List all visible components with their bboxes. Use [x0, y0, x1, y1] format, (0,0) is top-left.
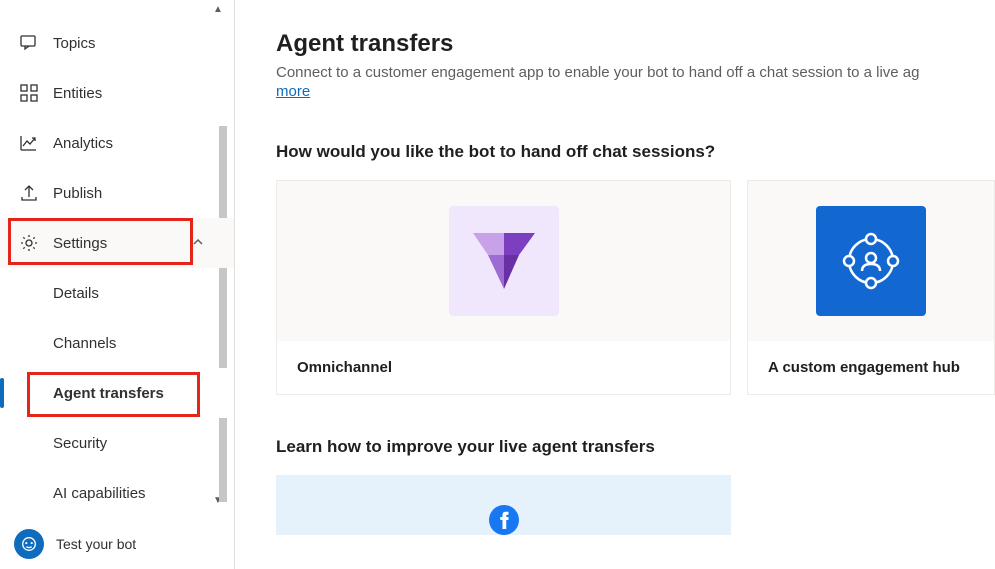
sidebar-item-label: Security — [53, 435, 107, 452]
test-your-bot-label: Test your bot — [56, 536, 136, 552]
sidebar-item-analytics[interactable]: Analytics — [0, 118, 234, 168]
sidebar-item-entities[interactable]: Entities — [0, 68, 234, 118]
sidebar-item-publish[interactable]: Publish — [0, 168, 234, 218]
learn-more-link[interactable]: more — [276, 83, 310, 100]
main-content: Agent transfers Connect to a customer en… — [234, 0, 995, 569]
page-title: Agent transfers — [276, 30, 995, 58]
sidebar: ▲ ▼ Topics Entities — [0, 0, 234, 569]
sidebar-item-agent-transfers[interactable]: Agent transfers — [0, 368, 234, 418]
bot-icon — [14, 529, 44, 559]
sidebar-item-label: Entities — [53, 85, 102, 102]
card-graphic — [277, 181, 730, 341]
sidebar-item-label: Topics — [53, 35, 96, 52]
card-omnichannel[interactable]: Omnichannel — [276, 180, 731, 395]
sidebar-item-security[interactable]: Security — [0, 418, 234, 468]
publish-icon — [19, 183, 39, 203]
facebook-icon — [484, 505, 524, 535]
sidebar-item-label: Details — [53, 285, 99, 302]
sidebar-item-label: AI capabilities — [53, 485, 146, 502]
omnichannel-icon — [449, 206, 559, 316]
topics-icon — [19, 33, 39, 53]
sidebar-item-label: Publish — [53, 185, 102, 202]
sidebar-item-settings[interactable]: Settings — [0, 218, 234, 268]
handoff-heading: How would you like the bot to hand off c… — [276, 142, 995, 162]
entities-icon — [19, 83, 39, 103]
page-subtitle: Connect to a customer engagement app to … — [276, 64, 995, 81]
vertical-divider — [234, 0, 235, 569]
card-title: Omnichannel — [277, 341, 730, 394]
test-your-bot-button[interactable]: Test your bot — [0, 519, 234, 569]
scroll-up-arrow[interactable]: ▲ — [209, 0, 227, 18]
sidebar-item-channels[interactable]: Channels — [0, 318, 234, 368]
card-graphic — [748, 181, 994, 341]
improve-heading: Learn how to improve your live agent tra… — [276, 437, 995, 457]
sidebar-item-label: Agent transfers — [53, 385, 164, 402]
card-title: A custom engagement hub — [748, 341, 994, 394]
gear-icon — [19, 233, 39, 253]
sidebar-item-label: Channels — [53, 335, 116, 352]
improve-card[interactable] — [276, 475, 731, 535]
sidebar-item-topics[interactable]: Topics — [0, 18, 234, 68]
handoff-cards: Omnichannel — [276, 180, 995, 395]
sidebar-item-label: Settings — [53, 235, 107, 252]
chevron-up-icon — [192, 235, 204, 252]
sidebar-item-label: Analytics — [53, 135, 113, 152]
sidebar-item-ai-capabilities[interactable]: AI capabilities — [0, 468, 234, 518]
card-custom-engagement-hub[interactable]: A custom engagement hub — [747, 180, 995, 395]
engagement-hub-icon — [816, 206, 926, 316]
sidebar-item-details[interactable]: Details — [0, 268, 234, 318]
analytics-icon — [19, 133, 39, 153]
